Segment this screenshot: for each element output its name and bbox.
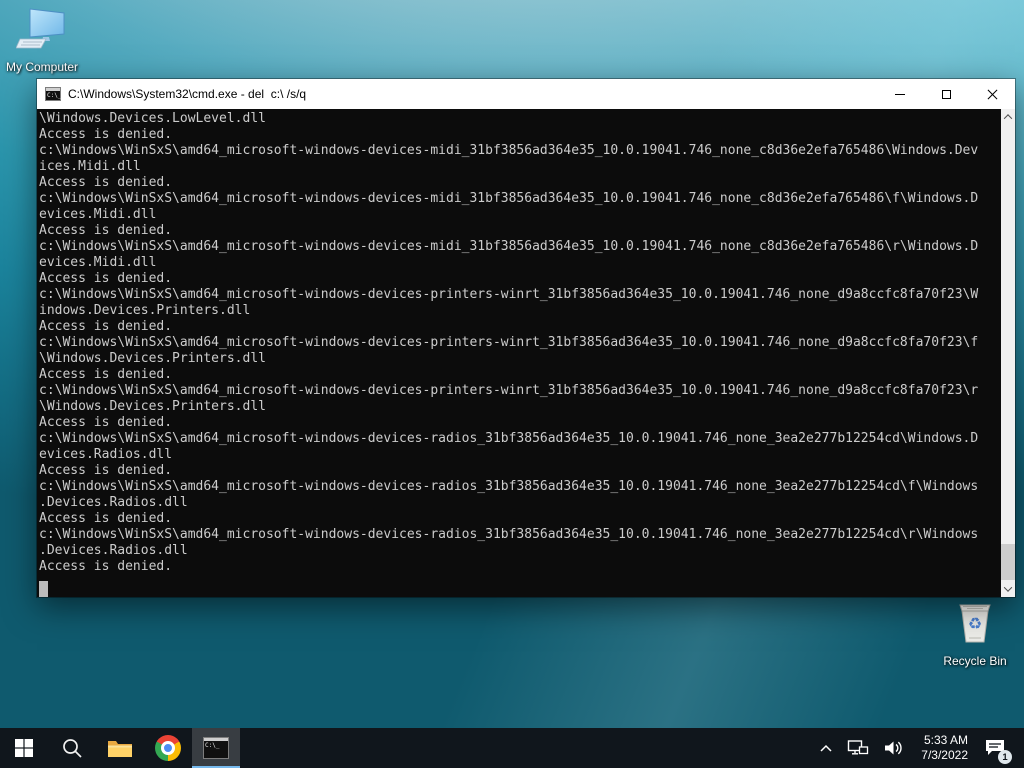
chrome-button[interactable] (144, 728, 192, 768)
search-icon (63, 739, 82, 758)
taskbar: 5:33 AM 7/3/2022 1 (0, 728, 1024, 768)
console-line: Access is denied. (39, 367, 173, 382)
cmd-window: C:\Windows\System32\cmd.exe - del c:\ /s… (37, 79, 1015, 597)
console-cursor (39, 581, 48, 597)
console-line: c:\Windows\WinSxS\amd64_microsoft-window… (39, 479, 979, 494)
scroll-down-button[interactable] (1001, 581, 1015, 597)
cmd-taskbar-button[interactable] (192, 728, 240, 768)
console-output[interactable]: \Windows.Devices.LowLevel.dll Access is d… (37, 109, 1015, 597)
maximize-icon (941, 89, 951, 99)
chevron-up-icon (1003, 114, 1013, 123)
console-line: c:\Windows\WinSxS\amd64_microsoft-window… (39, 335, 979, 350)
console-line: \Windows.Devices.Printers.dll (39, 399, 266, 414)
scroll-up-button[interactable] (1001, 109, 1015, 125)
start-button[interactable] (0, 728, 48, 768)
svg-text:♻: ♻ (968, 616, 982, 633)
maximize-button[interactable] (923, 79, 969, 109)
my-computer-icon (0, 8, 84, 55)
minimize-button[interactable] (877, 79, 923, 109)
console-line: Access is denied. (39, 463, 173, 478)
taskbar-clock[interactable]: 5:33 AM 7/3/2022 (912, 733, 977, 763)
recycle-bin-icon: ♻ (933, 598, 1017, 649)
console-line: c:\Windows\WinSxS\amd64_microsoft-window… (39, 383, 979, 398)
system-tray: 5:33 AM 7/3/2022 1 (812, 728, 1024, 768)
console-line: Access is denied. (39, 175, 173, 190)
desktop-icon-my-computer[interactable]: My Computer (0, 8, 84, 76)
chevron-down-icon (1003, 583, 1013, 592)
network-icon (848, 740, 869, 755)
close-button[interactable] (969, 79, 1015, 109)
desktop: My Computer ♻ Recycle Bin C:\Windows\Sys… (0, 0, 1024, 768)
console-line: Access is denied. (39, 127, 173, 142)
cmd-icon (203, 737, 229, 759)
console-line: .Devices.Radios.dll (39, 543, 188, 558)
file-explorer-button[interactable] (96, 728, 144, 768)
console-line: c:\Windows\WinSxS\amd64_microsoft-window… (39, 527, 979, 542)
chevron-up-icon (820, 744, 832, 752)
console-line: evices.Radios.dll (39, 447, 173, 462)
console-line: .Devices.Radios.dll (39, 495, 188, 510)
console-line: evices.Midi.dll (39, 255, 157, 270)
console-line: Access is denied. (39, 271, 173, 286)
close-icon (987, 89, 998, 100)
chrome-icon (155, 735, 181, 761)
speaker-icon (885, 741, 902, 755)
cmd-app-icon (45, 87, 61, 101)
cmd-titlebar[interactable]: C:\Windows\System32\cmd.exe - del c:\ /s… (37, 79, 1015, 109)
scrollbar-thumb[interactable] (1001, 544, 1015, 580)
console-line: c:\Windows\WinSxS\amd64_microsoft-window… (39, 239, 979, 254)
tray-overflow-button[interactable] (812, 728, 840, 768)
console-line: c:\Windows\WinSxS\amd64_microsoft-window… (39, 191, 979, 206)
console-scrollbar[interactable] (1001, 109, 1015, 597)
console-line: Access is denied. (39, 559, 173, 574)
cmd-window-title: C:\Windows\System32\cmd.exe - del c:\ /s… (68, 87, 307, 101)
desktop-icon-recycle-bin[interactable]: ♻ Recycle Bin (933, 598, 1017, 670)
console-line: c:\Windows\WinSxS\amd64_microsoft-window… (39, 143, 979, 158)
notification-badge: 1 (998, 750, 1012, 764)
volume-button[interactable] (876, 728, 912, 768)
clock-time: 5:33 AM (923, 733, 968, 747)
recycle-bin-label: Recycle Bin (943, 654, 1007, 668)
console-line: indows.Devices.Printers.dll (39, 303, 251, 318)
console-text: \Windows.Devices.LowLevel.dll Access is d… (39, 111, 1001, 597)
console-line: c:\Windows\WinSxS\amd64_microsoft-window… (39, 287, 979, 302)
console-line: evices.Midi.dll (39, 207, 157, 222)
my-computer-label: My Computer (5, 60, 79, 74)
action-center-button[interactable]: 1 (977, 728, 1013, 768)
console-line: Access is denied. (39, 511, 173, 526)
console-line: c:\Windows\WinSxS\amd64_microsoft-window… (39, 431, 979, 446)
file-explorer-icon (108, 741, 132, 757)
minimize-icon (895, 93, 905, 95)
console-line: Access is denied. (39, 223, 173, 238)
console-line: \Windows.Devices.LowLevel.dll (39, 111, 266, 126)
console-line: \Windows.Devices.Printers.dll (39, 351, 266, 366)
console-line: Access is denied. (39, 319, 173, 334)
network-button[interactable] (840, 728, 876, 768)
console-line: ices.Midi.dll (39, 159, 141, 174)
search-button[interactable] (48, 728, 96, 768)
clock-date: 7/3/2022 (921, 748, 968, 762)
windows-logo-icon (15, 739, 33, 757)
console-line: Access is denied. (39, 415, 173, 430)
